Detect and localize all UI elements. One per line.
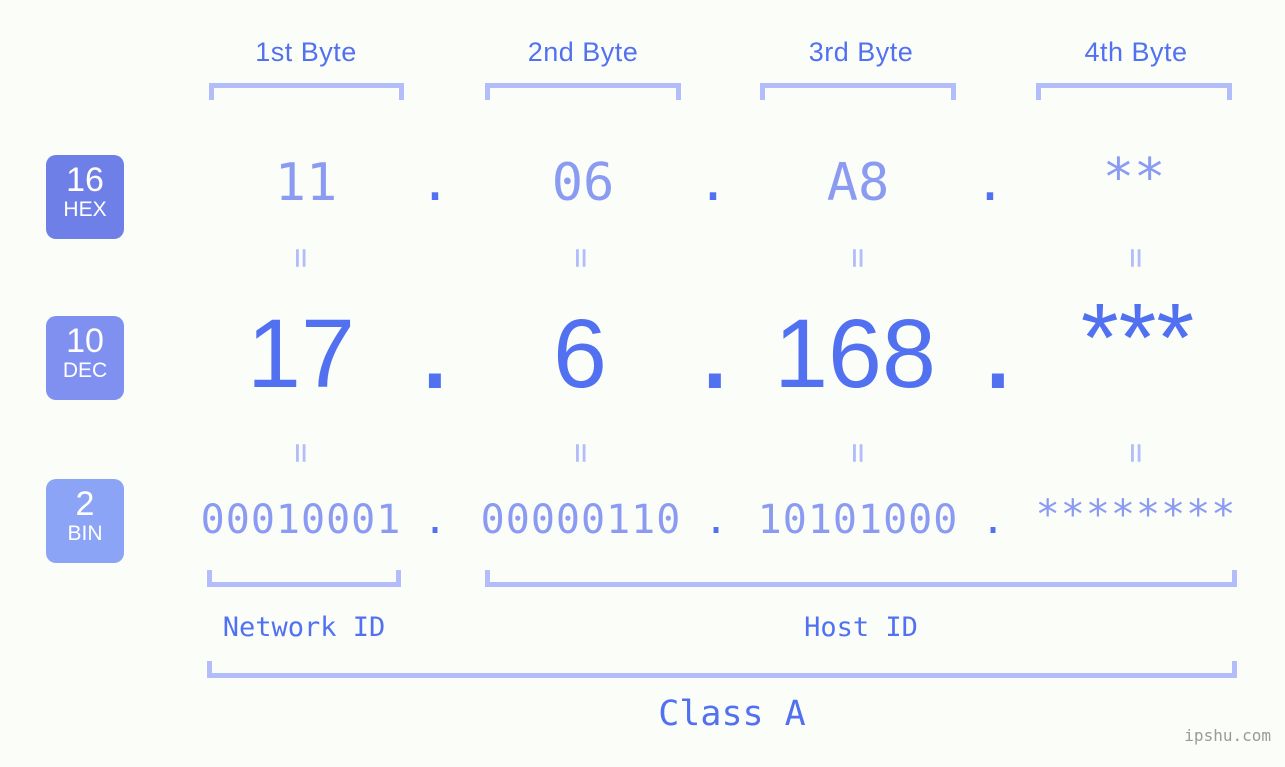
equals-separator-dec-bin-2: = [561, 442, 601, 464]
byte-header-1: 1st Byte [255, 37, 357, 67]
bin-byte-2: 00000110 [480, 497, 682, 543]
byte-bracket-1 [209, 83, 404, 100]
watermark: ipshu.com [1184, 726, 1271, 745]
ip-address-breakdown-diagram: 1st Byte 2nd Byte 3rd Byte 4th Byte 16 H… [0, 0, 1285, 767]
dec-byte-1: 17 [247, 299, 355, 408]
bin-byte-1: 00010001 [200, 497, 402, 543]
hex-byte-3: A8 [826, 153, 890, 213]
hex-separator-3: . [974, 153, 1006, 213]
bin-separator-3: . [980, 497, 1006, 543]
base-badge-bin-number: 2 [75, 485, 95, 523]
dec-separator-3: . [968, 298, 1028, 411]
hex-byte-4: ** [1102, 148, 1166, 208]
byte-header-4: 4th Byte [1084, 37, 1188, 67]
base-badge-hex-abbr: HEX [63, 198, 107, 221]
equals-separator-dec-bin-4: = [1116, 442, 1156, 464]
equals-separator-hex-dec-3: = [838, 247, 878, 269]
equals-separator-hex-dec-1: = [281, 247, 321, 269]
base-badge-dec-abbr: DEC [62, 359, 108, 382]
base-badge-dec-number: 10 [66, 322, 104, 360]
class-label: Class A [658, 694, 806, 734]
hex-separator-2: . [697, 153, 729, 213]
host-id-label: Host ID [804, 612, 918, 643]
class-bracket [207, 661, 1237, 678]
bin-separator-2: . [703, 497, 729, 543]
equals-separator-hex-dec-2: = [561, 247, 601, 269]
base-badge-hex: 16 HEX [46, 155, 124, 239]
dec-separator-2: . [685, 298, 745, 411]
byte-header-3: 3rd Byte [808, 37, 914, 67]
dec-byte-3: 168 [774, 299, 936, 408]
dec-separator-1: . [405, 298, 465, 411]
hex-byte-1: 11 [274, 153, 338, 213]
dec-byte-4: *** [1080, 283, 1195, 392]
byte-bracket-3 [760, 83, 956, 100]
base-badge-hex-number: 16 [66, 161, 104, 199]
network-id-bracket [207, 570, 401, 587]
host-id-bracket [485, 570, 1237, 587]
base-badge-bin-abbr: BIN [67, 522, 103, 545]
byte-bracket-2 [485, 83, 681, 100]
byte-bracket-4 [1036, 83, 1232, 100]
network-id-label: Network ID [222, 612, 386, 643]
base-badge-bin: 2 BIN [46, 479, 124, 563]
bin-byte-3: 10101000 [757, 497, 959, 543]
dec-byte-2: 6 [553, 299, 607, 408]
equals-separator-hex-dec-4: = [1116, 247, 1156, 269]
bin-separator-1: . [422, 497, 448, 543]
equals-separator-dec-bin-1: = [281, 442, 321, 464]
base-badge-dec: 10 DEC [46, 316, 124, 400]
hex-separator-1: . [419, 153, 451, 213]
byte-header-2: 2nd Byte [527, 37, 639, 67]
bin-byte-4: ******** [1035, 492, 1237, 538]
hex-byte-2: 06 [551, 153, 615, 213]
equals-separator-dec-bin-3: = [838, 442, 878, 464]
